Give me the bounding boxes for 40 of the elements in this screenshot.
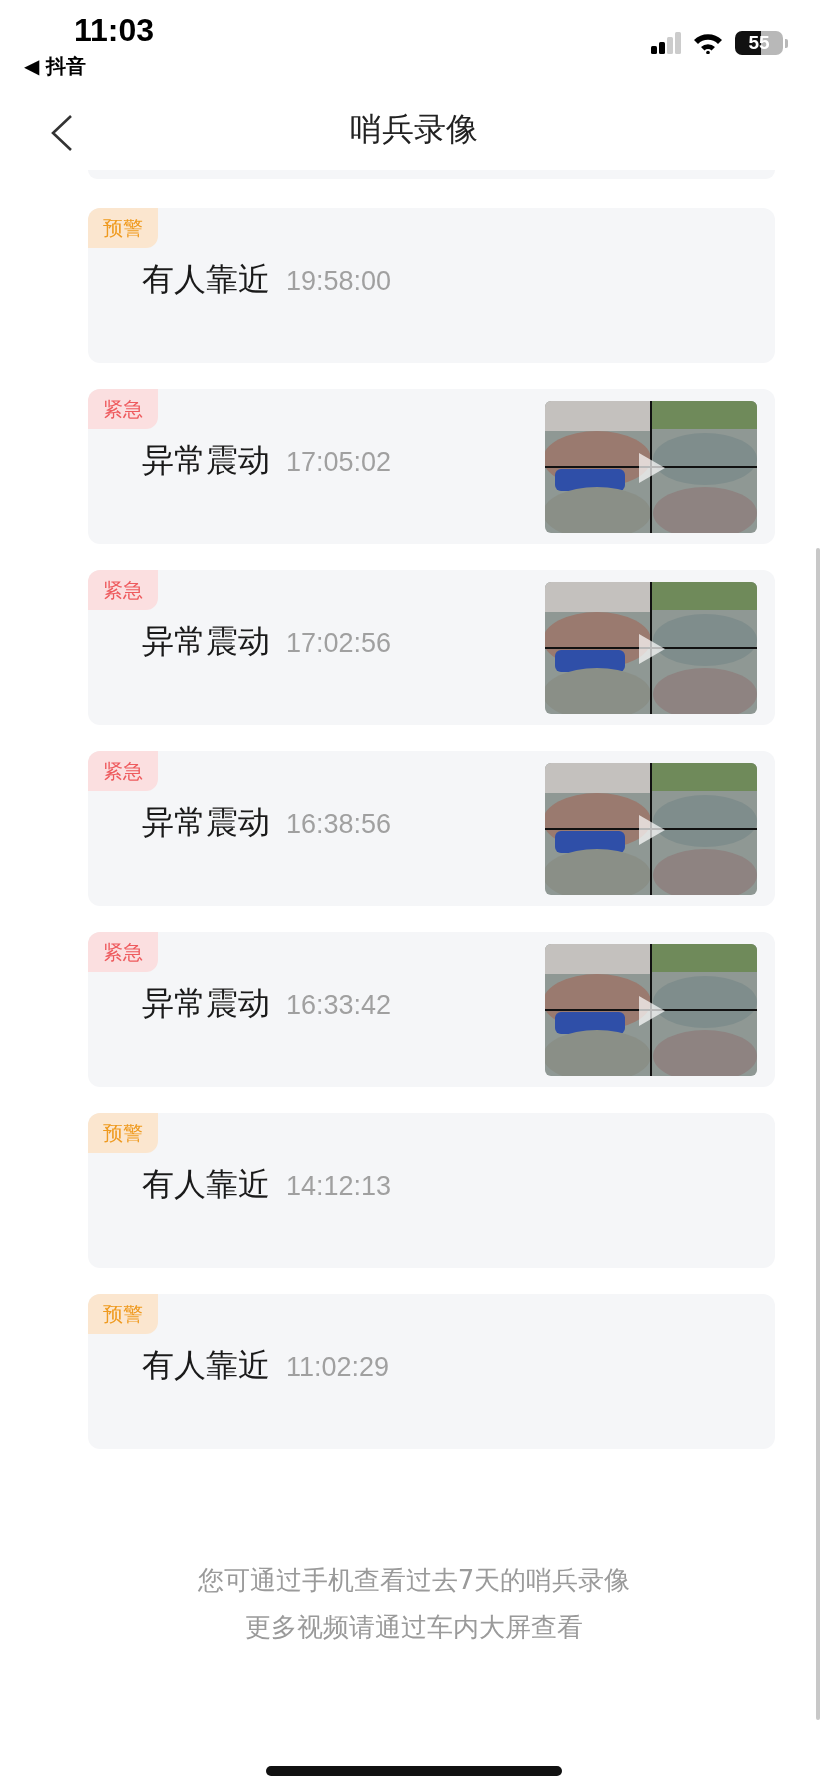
event-title: 异常震动 [142, 440, 270, 481]
event-time: 16:38:56 [286, 809, 392, 840]
play-icon[interactable] [637, 994, 667, 1028]
event-card[interactable]: 预警 有人靠近 11:02:29 [88, 1294, 775, 1449]
event-time: 14:12:13 [286, 1171, 392, 1202]
play-icon[interactable] [637, 451, 667, 485]
play-icon[interactable] [637, 813, 667, 847]
event-time: 17:02:56 [286, 628, 392, 659]
footer-note: 您可通过手机查看过去7天的哨兵录像 [197, 1564, 631, 1597]
event-title: 有人靠近 [142, 1345, 270, 1386]
event-badge: 紧急 [88, 570, 158, 610]
event-time: 11:02:29 [286, 1352, 390, 1383]
event-title: 异常震动 [142, 802, 270, 843]
back-to-app-link[interactable]: ◀ 抖音 [24, 53, 87, 80]
event-badge: 紧急 [88, 389, 158, 429]
wifi-icon [693, 32, 723, 54]
status-time: 11:03 [74, 12, 155, 49]
event-time: 16:33:42 [286, 990, 392, 1021]
page-title: 哨兵录像 [350, 109, 478, 150]
event-card[interactable]: 预警 有人靠近 14:12:13 [88, 1113, 775, 1268]
event-badge: 紧急 [88, 751, 158, 791]
event-badge: 预警 [88, 1113, 158, 1153]
footer-note: 更多视频请通过车内大屏查看 [245, 1611, 583, 1644]
event-badge: 预警 [88, 1294, 158, 1334]
event-badge: 紧急 [88, 932, 158, 972]
event-card[interactable]: 紧急 异常震动 16:33:42 [88, 932, 775, 1087]
event-time: 19:58:00 [286, 266, 392, 297]
event-title: 有人靠近 [142, 1164, 270, 1205]
event-badge: 预警 [88, 208, 158, 248]
event-title: 有人靠近 [142, 259, 270, 300]
event-time: 17:05:02 [286, 447, 392, 478]
event-card[interactable]: 紧急 异常震动 17:02:56 [88, 570, 775, 725]
signal-icon [651, 32, 681, 54]
event-card[interactable]: 预警 有人靠近 19:58:00 [88, 208, 775, 363]
event-card[interactable]: 紧急 异常震动 16:38:56 [88, 751, 775, 906]
event-title: 异常震动 [142, 621, 270, 662]
play-icon[interactable] [637, 632, 667, 666]
back-icon[interactable] [50, 114, 74, 152]
event-title: 异常震动 [142, 983, 270, 1024]
event-card[interactable]: 紧急 异常震动 17:05:02 [88, 389, 775, 544]
